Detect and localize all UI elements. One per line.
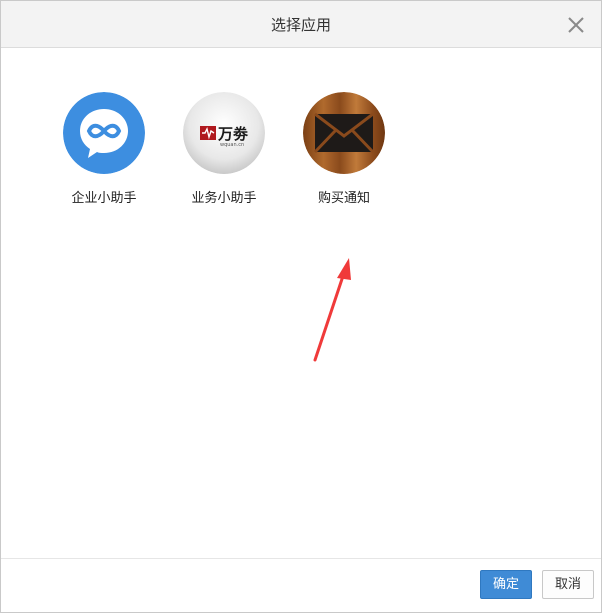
app-grid: 企业小助手 万劵 wquan.cn 业务小助手 购买通知 [1,48,601,558]
red-arrow-icon [313,258,351,362]
dialog-header: 选择应用 [1,1,601,48]
dialog-footer: 确定 取消 [1,558,601,612]
close-icon [568,17,584,33]
chat-bubble-infinity-icon [63,92,145,174]
cancel-button[interactable]: 取消 [542,570,594,599]
app-item-purchase-notification[interactable]: 购买通知 [289,92,399,206]
app-label: 企业小助手 [71,191,137,206]
wquan-logo-icon: 万劵 wquan.cn [183,92,265,174]
envelope-icon [303,92,385,174]
close-button[interactable] [565,14,587,36]
select-app-dialog: 选择应用 企业小助手 万劵 wquan.cn 业务小助手 购买通知 确定 取消 [0,0,602,613]
app-item-business-assistant[interactable]: 万劵 wquan.cn 业务小助手 [169,92,279,206]
confirm-button[interactable]: 确定 [480,570,532,599]
app-item-enterprise-assistant[interactable]: 企业小助手 [49,92,159,206]
app-label: 购买通知 [317,191,370,206]
wquan-logo-text: 万劵 [217,125,249,143]
app-label: 业务小助手 [191,191,257,206]
wquan-logo-subtext: wquan.cn [220,142,244,148]
dialog-title: 选择应用 [270,16,331,34]
